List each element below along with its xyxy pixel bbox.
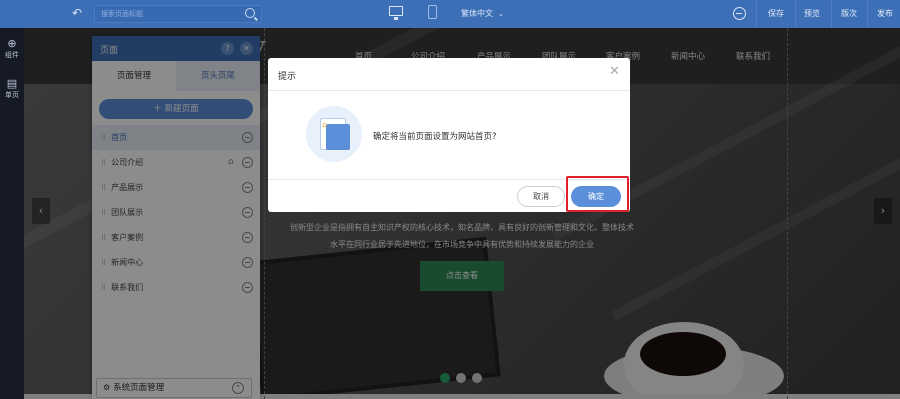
rail-pages[interactable]: ▤ 单页: [0, 78, 24, 100]
home-page-illustration-icon: ⌂: [306, 106, 362, 162]
language-label: 繁体中文: [461, 9, 493, 18]
divider: [831, 0, 832, 28]
rail-components[interactable]: ⊕ 组件: [0, 38, 24, 60]
plus-circle-icon: ⊕: [7, 37, 17, 50]
undo-icon[interactable]: ↶: [72, 6, 82, 20]
language-select[interactable]: 繁体中文 ⌄: [461, 8, 504, 19]
cancel-button[interactable]: 取消: [517, 186, 565, 207]
mobile-view-icon[interactable]: [428, 5, 437, 19]
divider: [795, 0, 796, 28]
dialog-message: 确定将当前页面设置为网站首页?: [373, 132, 497, 142]
divider: [268, 90, 630, 91]
rail-components-label: 组件: [5, 51, 19, 59]
top-toolbar: ↶ 搜索页面标题 繁体中文 ⌄ 保存 预览 版次 发布: [0, 0, 900, 28]
house-icon: ⌂: [322, 120, 328, 129]
chevron-down-icon: ⌄: [498, 10, 504, 18]
versions-button[interactable]: 版次: [841, 8, 857, 19]
minus-circle-icon[interactable]: [733, 7, 746, 20]
dialog-title: 提示: [278, 72, 297, 82]
rail-pages-label: 单页: [5, 91, 19, 99]
document-shape: [326, 124, 350, 150]
divider: [867, 0, 868, 28]
desktop-view-icon[interactable]: [389, 6, 403, 20]
save-button[interactable]: 保存: [768, 8, 784, 19]
search-placeholder: 搜索页面标题: [101, 10, 143, 18]
publish-button[interactable]: 发布: [877, 8, 893, 19]
confirm-button-highlight: [566, 176, 629, 212]
page-search-input[interactable]: 搜索页面标题: [94, 5, 262, 23]
preview-button[interactable]: 预览: [804, 8, 820, 19]
left-rail: ⊕ 组件 ▤ 单页: [0, 28, 24, 399]
close-icon[interactable]: ✕: [609, 64, 620, 79]
search-icon[interactable]: [245, 8, 255, 18]
divider: [756, 0, 757, 28]
page-icon: ▤: [6, 77, 18, 90]
